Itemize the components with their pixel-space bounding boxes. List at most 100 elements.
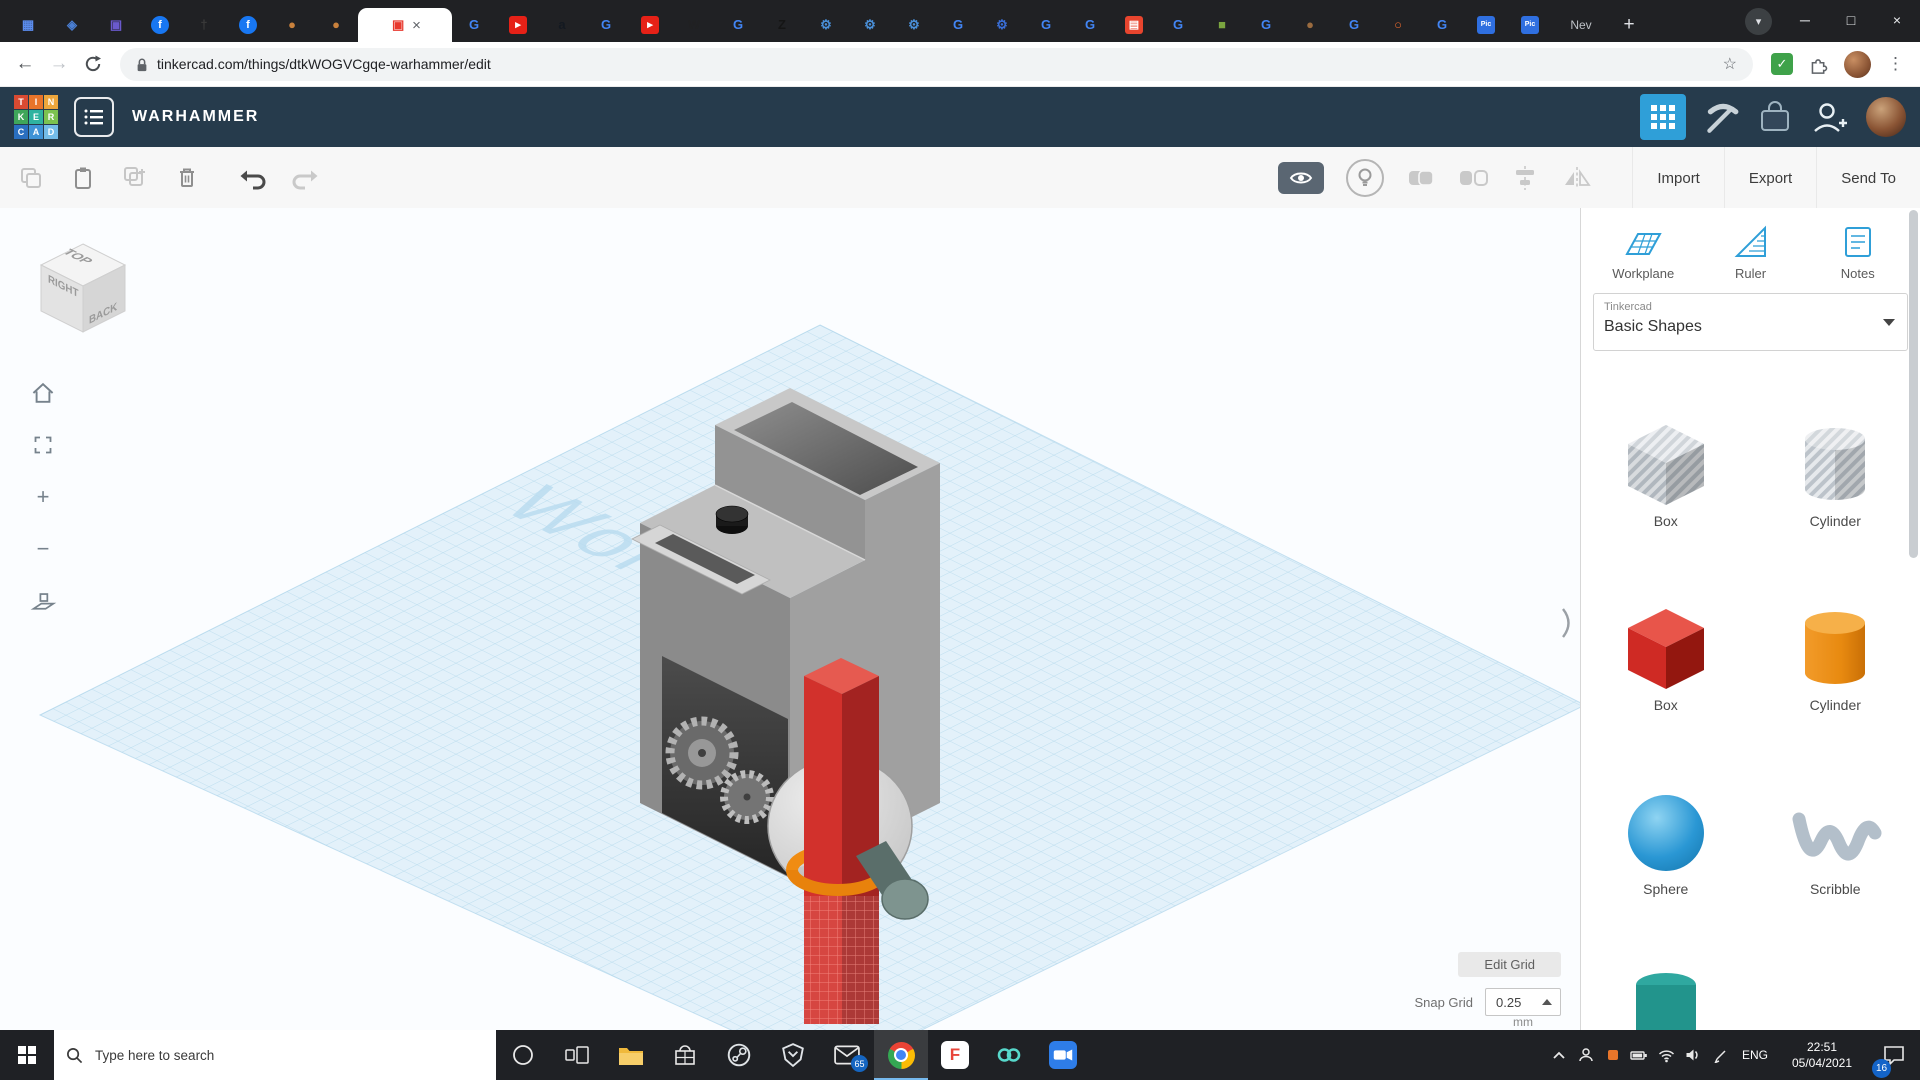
home-view-button[interactable] <box>26 376 60 410</box>
tab-search-button[interactable]: ▾ <box>1745 8 1772 35</box>
browser-tab[interactable]: G <box>1068 8 1112 42</box>
ruler-tool[interactable]: Ruler <box>1706 224 1796 281</box>
browser-tab[interactable]: Pic <box>1508 8 1552 42</box>
browser-tab[interactable]: G <box>716 8 760 42</box>
tab-close-icon[interactable]: × <box>412 18 421 33</box>
shape-box-red[interactable]: Box <box>1606 599 1726 713</box>
account-avatar[interactable] <box>1866 97 1906 137</box>
group-button[interactable] <box>1406 163 1436 193</box>
zoom-in-button[interactable]: + <box>26 480 60 514</box>
snap-grid-select[interactable]: 0.25 <box>1485 988 1561 1016</box>
bookmark-star-icon[interactable]: ☆ <box>1723 54 1737 74</box>
shape-library-select[interactable]: Tinkercad Basic Shapes <box>1593 293 1908 351</box>
browser-tab-active[interactable]: ▣× <box>358 8 452 42</box>
browser-tab[interactable]: Pic <box>1464 8 1508 42</box>
camera-app-button[interactable] <box>1036 1030 1090 1080</box>
browser-tab[interactable]: f <box>138 8 182 42</box>
reload-button[interactable] <box>76 47 110 81</box>
fit-view-button[interactable] <box>26 428 60 462</box>
mail-button[interactable]: 65 <box>820 1030 874 1080</box>
notes-tool[interactable]: Notes <box>1813 224 1903 281</box>
browser-tab[interactable]: † <box>182 8 226 42</box>
copy-button[interactable] <box>16 163 46 193</box>
task-view-button[interactable] <box>550 1030 604 1080</box>
redo-button[interactable] <box>290 163 320 193</box>
browser-tab[interactable]: ▸ <box>496 8 540 42</box>
taskbar-clock[interactable]: 22:51 05/04/2021 <box>1776 1039 1868 1071</box>
undo-button[interactable] <box>238 163 268 193</box>
show-all-button[interactable] <box>1278 162 1324 194</box>
back-button[interactable]: ← <box>8 47 42 81</box>
duplicate-button[interactable] <box>120 163 150 193</box>
tray-colored-app-button[interactable] <box>1599 1050 1626 1060</box>
delete-button[interactable] <box>172 163 202 193</box>
browser-tab[interactable]: G <box>1156 8 1200 42</box>
address-bar[interactable]: tinkercad.com/things/dtkWOGVCgqe-warhamm… <box>120 48 1753 81</box>
tray-pen-button[interactable] <box>1707 1047 1734 1063</box>
workplane-view-button[interactable] <box>26 584 60 618</box>
workplane-tool[interactable]: Workplane <box>1598 224 1688 281</box>
edit-grid-button[interactable]: Edit Grid <box>1458 952 1561 977</box>
browser-profile-avatar[interactable] <box>1844 51 1871 78</box>
view-cube[interactable]: TOP RIGHT BACK <box>28 232 140 348</box>
browser-tab[interactable]: G <box>1420 8 1464 42</box>
bricks-mode-button[interactable] <box>1756 98 1794 136</box>
taskbar-search[interactable] <box>54 1030 496 1080</box>
shape-box-striped[interactable]: Box <box>1606 415 1726 529</box>
browser-tab[interactable]: ● <box>1288 8 1332 42</box>
send-to-button[interactable]: Send To <box>1816 147 1920 209</box>
close-button[interactable]: × <box>1874 0 1920 40</box>
browser-tab[interactable]: ● <box>314 8 358 42</box>
red-column-model[interactable] <box>804 658 879 1024</box>
tray-expand-button[interactable] <box>1545 1049 1572 1061</box>
browser-tab[interactable]: G <box>452 8 496 42</box>
browser-tab[interactable]: Z <box>760 8 804 42</box>
browser-tab[interactable]: G <box>1332 8 1376 42</box>
invite-button[interactable] <box>1810 99 1850 135</box>
microsoft-store-button[interactable] <box>658 1030 712 1080</box>
browser-tab[interactable]: W <box>672 8 716 42</box>
browser-tab[interactable]: ⚙ <box>804 8 848 42</box>
shape-scribble[interactable]: Scribble <box>1775 783 1895 897</box>
shape-cylinder-striped[interactable]: Cylinder <box>1775 415 1895 529</box>
tinkercad-logo[interactable]: TINKERCAD <box>14 95 58 139</box>
cortana-button[interactable] <box>496 1030 550 1080</box>
viewport[interactable]: Workplane <box>0 208 1580 1030</box>
import-button[interactable]: Import <box>1632 147 1724 209</box>
browser-tab[interactable]: ● <box>270 8 314 42</box>
browser-tab[interactable]: ◈ <box>50 8 94 42</box>
browser-menu-icon[interactable]: ⋮ <box>1887 54 1904 74</box>
export-button[interactable]: Export <box>1724 147 1816 209</box>
mirror-button[interactable] <box>1562 163 1592 193</box>
tray-wifi-button[interactable] <box>1653 1048 1680 1063</box>
search-input[interactable] <box>93 1047 457 1064</box>
adblock-extension-icon[interactable]: ✓ <box>1771 53 1793 75</box>
shape-cylinder-orange[interactable]: Cylinder <box>1775 599 1895 713</box>
sidebar-scrollbar[interactable] <box>1909 210 1918 558</box>
browser-tab[interactable]: ⚙ <box>892 8 936 42</box>
minimize-button[interactable]: ─ <box>1782 0 1828 40</box>
file-explorer-button[interactable] <box>604 1030 658 1080</box>
forward-button[interactable]: → <box>42 47 76 81</box>
browser-tab[interactable]: ■ <box>1200 8 1244 42</box>
language-indicator[interactable]: ENG <box>1734 1048 1776 1062</box>
sidebar-collapse-handle[interactable] <box>1560 606 1576 645</box>
design-menu-button[interactable] <box>74 97 114 137</box>
hints-button[interactable] <box>1346 159 1384 197</box>
notification-center-button[interactable]: 16 <box>1868 1044 1920 1066</box>
browser-tab[interactable]: G <box>1024 8 1068 42</box>
browser-tab[interactable]: ⚙ <box>848 8 892 42</box>
browser-tab[interactable]: G <box>1244 8 1288 42</box>
shape-partial[interactable] <box>1606 967 1726 1030</box>
browser-tab[interactable]: ▸ <box>628 8 672 42</box>
dragon-center-button[interactable] <box>766 1030 820 1080</box>
ungroup-button[interactable] <box>1458 163 1488 193</box>
chrome-taskbar-button[interactable] <box>874 1030 928 1080</box>
filmora-button[interactable]: F <box>928 1030 982 1080</box>
browser-tab[interactable]: ▣ <box>94 8 138 42</box>
browser-tab[interactable]: ▤ <box>1112 8 1156 42</box>
browser-tab[interactable]: G <box>584 8 628 42</box>
tray-volume-button[interactable] <box>1680 1047 1707 1063</box>
browser-tab[interactable]: a <box>540 8 584 42</box>
browser-tab[interactable]: Nev <box>1552 8 1610 42</box>
